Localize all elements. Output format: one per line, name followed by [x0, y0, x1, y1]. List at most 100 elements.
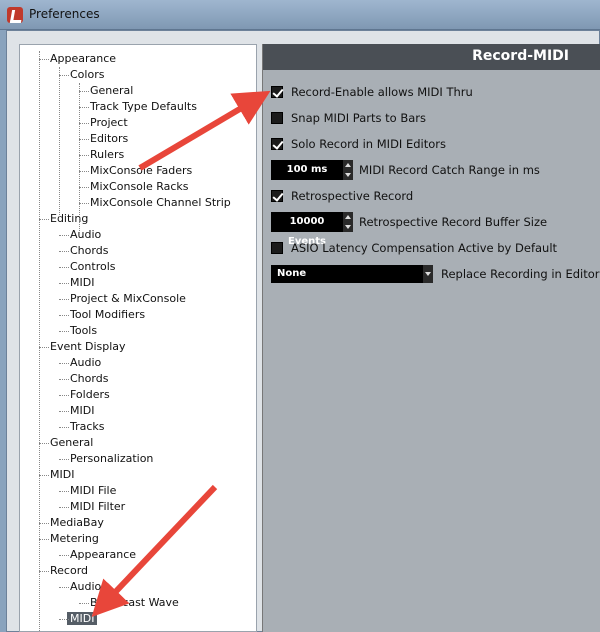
tree-item-label: MixConsole Faders: [90, 164, 193, 177]
retro-buffer-spin-arrows-icon[interactable]: [343, 212, 353, 232]
tree-item-label: Tools: [70, 324, 98, 337]
tree-guide-line: [39, 51, 40, 631]
tree-item-label: Record: [50, 564, 89, 577]
tree-guide-line: [59, 67, 60, 217]
tree-item-midi-file[interactable]: MIDI File: [58, 483, 117, 499]
tree-item-controls[interactable]: Controls: [59, 259, 116, 275]
tree-item-label: Tool Modifiers: [70, 308, 146, 321]
snap-midi-parts-checkbox[interactable]: [271, 112, 283, 124]
tree-item-midi-filter[interactable]: MIDI Filter: [58, 499, 126, 515]
catch-range-label: MIDI Record Catch Range in ms: [359, 163, 540, 177]
tree-item-chords[interactable]: Chords: [58, 243, 109, 259]
asio-latency-label: ASIO Latency Compensation Active by Defa…: [291, 241, 558, 255]
tree-item-label: Folders: [70, 388, 110, 401]
tree-item-label: MIDI: [70, 404, 95, 417]
tree-item-mixconsole-racks[interactable]: MixConsole Racks: [79, 179, 189, 195]
tree-item-mixconsole-faders[interactable]: MixConsole Faders: [78, 163, 193, 179]
record-midi-panel: Record-MIDI Record-Enable allows MIDI Th…: [262, 44, 600, 632]
tree-item-label: Broadcast Wave: [90, 596, 179, 609]
tree-item-metering[interactable]: Metering: [39, 531, 99, 547]
panel-header: Record-MIDI: [263, 44, 600, 70]
tree-item-label: MixConsole Racks: [90, 180, 189, 193]
tree-item-project[interactable]: Project: [79, 115, 128, 131]
catch-range-spinbox[interactable]: 100 ms: [271, 160, 343, 180]
catch-range-row: 100 ms MIDI Record Catch Range in ms: [271, 160, 591, 180]
tree-item-track-type-defaults[interactable]: Track Type Defaults: [79, 99, 197, 115]
tree-item-label: Project & MixConsole: [70, 292, 186, 305]
replace-recording-value: None: [277, 268, 307, 279]
tree-item-audio[interactable]: Audio: [58, 227, 102, 243]
tree-item-label: Audio: [70, 356, 102, 369]
tree-item-audio[interactable]: Audio: [58, 355, 102, 371]
asio-latency-checkbox[interactable]: [271, 242, 283, 254]
snap-midi-parts-label: Snap MIDI Parts to Bars: [291, 111, 427, 125]
tree-item-label: Track Type Defaults: [90, 100, 197, 113]
cubase-app-icon: [7, 7, 23, 23]
catch-range-spin-arrows-icon[interactable]: [343, 160, 353, 180]
record-enable-thru-checkbox[interactable]: [271, 86, 283, 98]
tree-item-label: Audio: [70, 228, 102, 241]
title-bar[interactable]: Preferences: [0, 0, 600, 30]
chevron-down-icon: [423, 265, 433, 283]
tree-item-label: Project: [90, 116, 128, 129]
tree-item-event-display[interactable]: Event Display: [39, 339, 126, 355]
tree-item-rulers[interactable]: Rulers: [78, 147, 125, 163]
tree-item-midi[interactable]: MIDI: [58, 275, 95, 291]
tree-item-label: Rulers: [90, 148, 125, 161]
tree-item-label: MediaBay: [50, 516, 104, 529]
tree-item-broadcast-wave[interactable]: Broadcast Wave: [79, 595, 179, 611]
retro-buffer-spinbox[interactable]: 10000 Events: [271, 212, 343, 247]
preferences-tree[interactable]: Appearance Colors General Track Type Defaul…: [19, 44, 257, 632]
tree-item-label: Colors: [70, 68, 105, 81]
tree-item-label: Appearance: [50, 52, 117, 65]
tree-item-midi[interactable]: MIDI: [58, 403, 95, 419]
tree-item-editors[interactable]: Editors: [78, 131, 129, 147]
tree-item-colors[interactable]: Colors: [58, 67, 105, 83]
tree-item-label: Appearance: [70, 548, 137, 561]
tree-item-project-mixconsole[interactable]: Project & MixConsole: [59, 291, 186, 307]
tree-item-general[interactable]: General: [78, 83, 134, 99]
tree-item-general[interactable]: General: [38, 435, 93, 451]
tree-item-label: Chords: [70, 244, 109, 257]
tree-item-label: Metering: [50, 532, 99, 545]
tree-item-label: Event Display: [50, 340, 126, 353]
solo-record-checkbox[interactable]: [271, 138, 283, 150]
tree-item-chords[interactable]: Chords: [58, 371, 108, 387]
tree-item-editing[interactable]: Editing: [38, 211, 89, 227]
retro-buffer-label: Retrospective Record Buffer Size: [359, 215, 548, 229]
tree-item-label: Editing: [50, 212, 89, 225]
replace-recording-label: Replace Recording in Editors: [441, 267, 600, 281]
tree-item-label: Controls: [70, 260, 116, 273]
replace-recording-row: None Replace Recording in Editors: [271, 265, 600, 285]
retro-buffer-row: 10000 Events Retrospective Record Buffer…: [271, 212, 591, 247]
tree-guide-line: [79, 83, 80, 233]
tree-item-record[interactable]: Record: [38, 563, 89, 579]
window-title: Preferences: [29, 7, 100, 21]
tree-item-label: Editors: [90, 132, 129, 145]
tree-item-midi[interactable]: MIDI: [58, 611, 98, 627]
tree-item-label: MIDI: [50, 468, 75, 481]
tree-item-folders[interactable]: Folders: [59, 387, 110, 403]
solo-record-label: Solo Record in MIDI Editors: [291, 137, 446, 151]
tree-item-label: MIDI File: [70, 484, 117, 497]
tree-item-label: MIDI Filter: [70, 500, 126, 513]
tree-item-label: Tracks: [70, 420, 105, 433]
tree-item-tools[interactable]: Tools: [58, 323, 98, 339]
tree-item-tool-modifiers[interactable]: Tool Modifiers: [58, 307, 146, 323]
tree-item-appearance[interactable]: Appearance: [38, 51, 117, 67]
retrospective-record-label: Retrospective Record: [291, 189, 414, 203]
record-enable-thru-label: Record-Enable allows MIDI Thru: [291, 85, 473, 99]
tree-item-audio[interactable]: Audio: [58, 579, 102, 595]
tree-item-personalization[interactable]: Personalization: [58, 451, 154, 467]
tree-item-label: General: [90, 84, 134, 97]
replace-recording-dropdown[interactable]: None: [271, 265, 433, 283]
retrospective-record-checkbox[interactable]: [271, 190, 283, 202]
tree-item-label: Personalization: [70, 452, 154, 465]
tree-item-midi[interactable]: MIDI: [38, 467, 75, 483]
tree-item-label: Audio: [70, 580, 102, 593]
tree-item-mediabay[interactable]: MediaBay: [39, 515, 104, 531]
tree-item-tracks[interactable]: Tracks: [59, 419, 105, 435]
tree-item-label: MIDI: [70, 276, 95, 289]
tree-item-appearance[interactable]: Appearance: [58, 547, 137, 563]
tree-item-mixconsole-channel-strip[interactable]: MixConsole Channel Strip: [79, 195, 231, 211]
